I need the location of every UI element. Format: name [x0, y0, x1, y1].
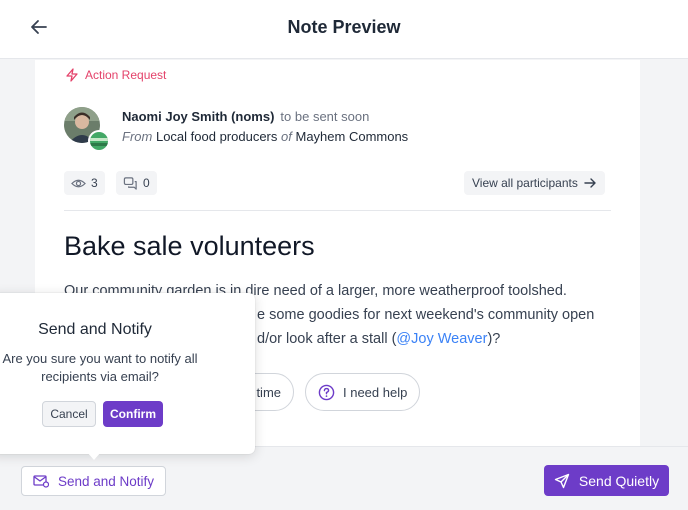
top-header: Note Preview: [0, 0, 688, 59]
cancel-button[interactable]: Cancel: [42, 401, 96, 427]
eye-icon: [71, 179, 86, 187]
reply-time-label: time: [256, 384, 281, 400]
action-request-label: Action Request: [85, 68, 167, 82]
views-value: 3: [91, 176, 98, 190]
bottom-action-bar: Send and Notify Send Quietly: [0, 446, 688, 510]
popover-title: Send and Notify: [38, 321, 152, 338]
arrow-right-icon: [584, 178, 596, 188]
group-badge: [88, 130, 110, 152]
paper-plane-icon: [554, 473, 570, 488]
community-name[interactable]: Mayhem Commons: [295, 129, 408, 144]
lightning-icon: [66, 68, 78, 82]
from-label: From: [122, 129, 153, 144]
view-participants-label: View all participants: [472, 176, 578, 190]
of-label: of: [281, 129, 292, 144]
group-name[interactable]: Local food producers: [156, 129, 277, 144]
action-request-tag: Action Request: [65, 68, 166, 82]
comments-icon: [123, 176, 137, 190]
need-help-label: I need help: [343, 384, 408, 400]
need-help-button[interactable]: I need help: [305, 373, 421, 411]
send-quietly-button[interactable]: Send Quietly: [544, 465, 669, 496]
send-quietly-label: Send Quietly: [578, 472, 660, 489]
view-participants-button[interactable]: View all participants: [464, 171, 605, 195]
mention-link[interactable]: @Joy Weaver: [396, 331, 487, 347]
send-and-notify-button[interactable]: Send and Notify: [21, 466, 166, 496]
views-count: 3: [64, 171, 105, 195]
send-status: to be sent soon: [280, 109, 370, 124]
group-logo-icon: [90, 132, 108, 150]
question-circle-icon: [318, 384, 335, 400]
comments-count: 0: [116, 171, 157, 195]
popover-arrow: [87, 452, 101, 460]
confirm-popover: Send and Notify Are you sure you want to…: [0, 293, 255, 454]
popover-message: Are you sure you want to notify all reci…: [2, 351, 198, 384]
divider: [64, 210, 611, 211]
comments-value: 0: [143, 176, 150, 190]
mail-notify-icon: [33, 475, 49, 488]
from-line: From Local food producers of Mayhem Comm…: [122, 129, 408, 144]
sender-name[interactable]: Naomi Joy Smith (noms): [122, 109, 274, 124]
sender-line: Naomi Joy Smith (noms) to be sent soon: [122, 109, 369, 124]
send-and-notify-label: Send and Notify: [57, 473, 155, 489]
page-title: Note Preview: [287, 17, 401, 37]
note-title: Bake sale volunteers: [64, 231, 315, 261]
confirm-button[interactable]: Confirm: [103, 401, 163, 427]
